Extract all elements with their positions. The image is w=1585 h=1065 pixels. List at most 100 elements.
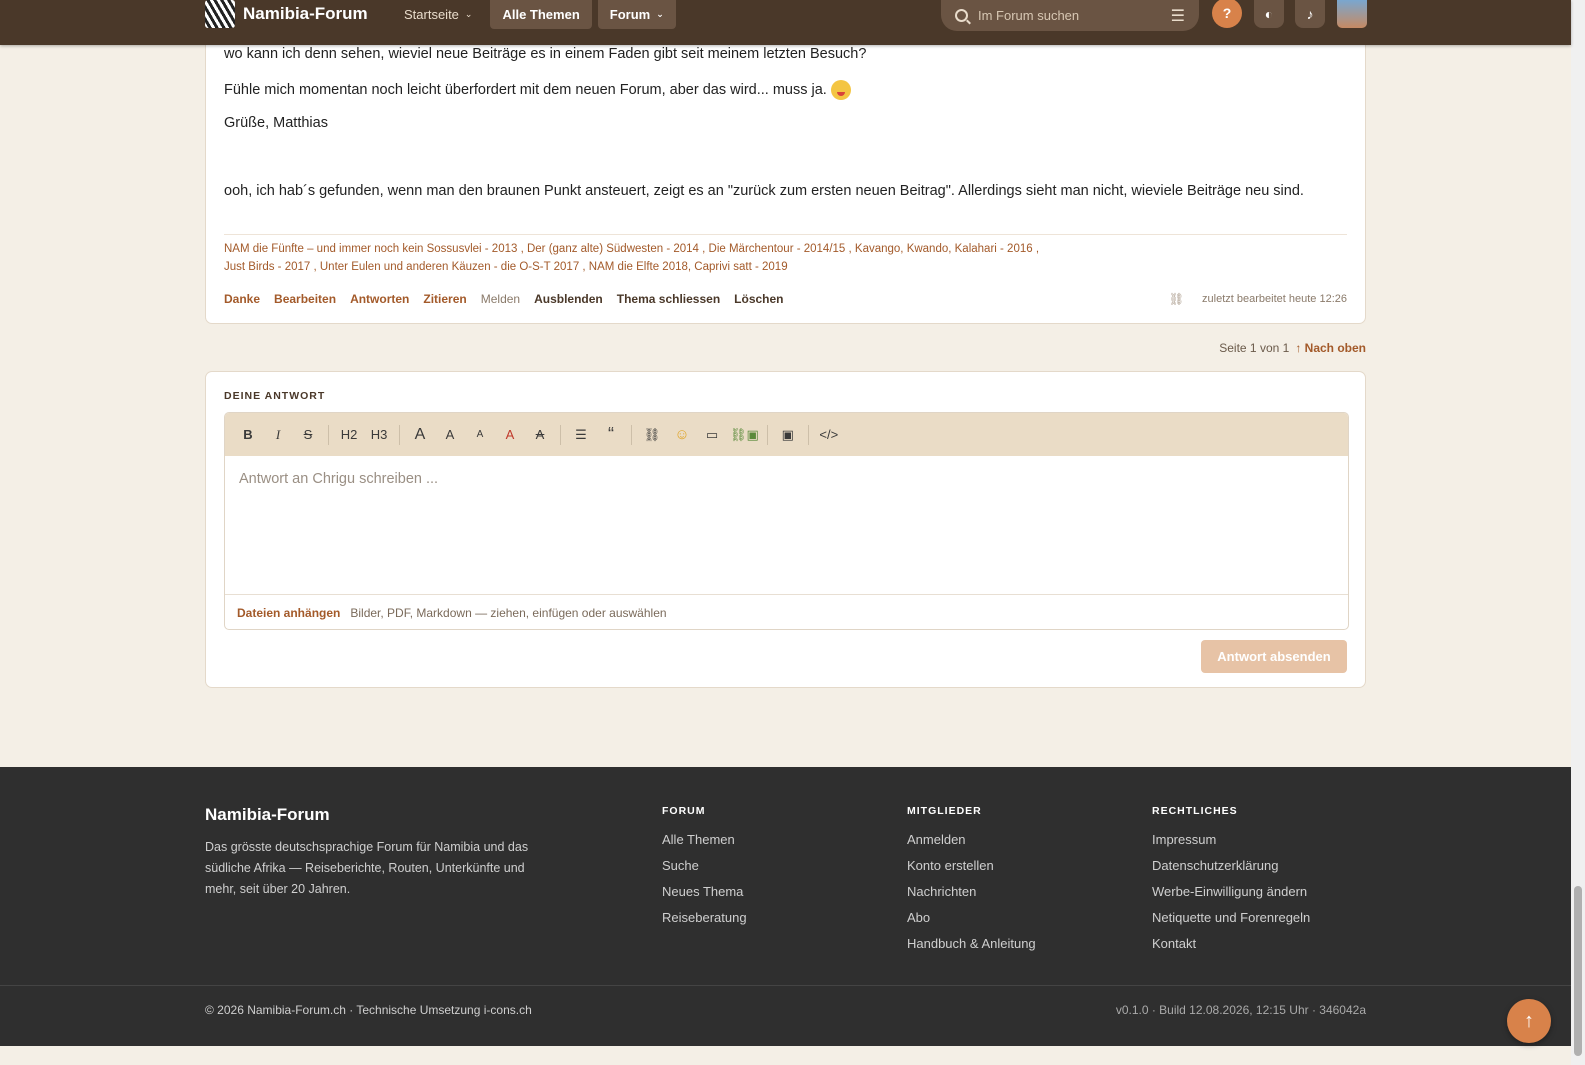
footer-link[interactable]: Kontakt (1152, 936, 1310, 954)
footer-link[interactable]: Anmelden (907, 832, 1036, 850)
reply-textarea[interactable]: Antwort an Chrigu schreiben ... (225, 456, 1348, 595)
thanks-button[interactable]: Danke (224, 292, 260, 306)
footer-link[interactable]: Nachrichten (907, 884, 1036, 902)
editor-toolbar: B I S H2 H3 A A A A A ☰ “ ⛓ ☺ ▭ ⛓▣ ▣ </> (225, 413, 1348, 456)
toolbar-separator (631, 424, 632, 445)
post-text-line: Grüße, Matthias (224, 115, 328, 131)
footer-link[interactable]: Reiseberatung (662, 910, 747, 928)
chevron-down-icon: ⌄ (464, 9, 473, 19)
footer-link[interactable]: Datenschutzerklärung (1152, 858, 1310, 876)
page-scrollbar[interactable] (1571, 0, 1585, 1065)
italic-button[interactable]: I (263, 420, 293, 450)
zebra-logo-icon (205, 0, 235, 28)
attachment-bar: Dateien anhängen Bilder, PDF, Markdown —… (225, 595, 1348, 629)
post-card: wo kann ich denn sehen, wieviel neue Bei… (205, 30, 1366, 324)
video-icon[interactable]: ▭ (697, 420, 727, 450)
footer-link[interactable]: Impressum (1152, 832, 1310, 850)
footer-link[interactable]: Netiquette und Forenregeln (1152, 910, 1310, 928)
reply-editor: B I S H2 H3 A A A A A ☰ “ ⛓ ☺ ▭ ⛓▣ ▣ </>… (224, 412, 1349, 630)
permalink-icon[interactable]: ⛓ (1169, 292, 1184, 306)
toolbar-separator (328, 424, 329, 445)
post-text-line: wo kann ich denn sehen, wieviel neue Bei… (224, 46, 867, 62)
notifications-bell-icon[interactable]: ♪ (1295, 0, 1325, 28)
font-size-medium-button[interactable]: A (435, 420, 465, 450)
heading3-button[interactable]: H3 (364, 420, 394, 450)
signature-links[interactable]: NAM die Fünfte – und immer noch kein Sos… (224, 243, 1039, 255)
footer-column-title: FORUM (662, 805, 706, 817)
nav-forum[interactable]: Forum ⌄ (597, 0, 676, 29)
font-size-large-button[interactable]: A (405, 420, 435, 450)
help-button[interactable]: ? (1212, 0, 1242, 28)
footer-version: v0.1.0 · Build 12.08.2026, 12:15 Uhr · 3… (1115, 1003, 1366, 1017)
footer-link[interactable]: Handbuch & Anleitung (907, 936, 1036, 954)
post-actions: Danke Bearbeiten Antworten Zitieren Meld… (224, 292, 784, 306)
quote-icon[interactable]: “ (596, 420, 626, 450)
footer-link[interactable]: Abo (907, 910, 1036, 928)
quote-button[interactable]: Zitieren (423, 292, 466, 306)
toolbar-separator (399, 424, 400, 445)
footer-link[interactable]: Konto erstellen (907, 858, 1036, 876)
footer-brand: Namibia-Forum (205, 805, 330, 824)
footer-column-title: RECHTLICHES (1152, 805, 1238, 817)
reply-button[interactable]: Antworten (350, 292, 409, 306)
footer-link[interactable]: Alle Themen (662, 832, 747, 850)
search-options-icon[interactable]: ☰ (1171, 6, 1185, 26)
pagination: Seite 1 von 1 ↑ Nach oben (1219, 341, 1366, 355)
footer-column-members: MITGLIEDER Anmelden Konto erstellen Nach… (907, 805, 1036, 962)
top-navigation-bar: Namibia-Forum Startseite ⌄ Alle Themen Fo… (0, 0, 1571, 45)
heading2-button[interactable]: H2 (334, 420, 364, 450)
search-box: ☰ (941, 0, 1199, 31)
toolbar-separator (766, 424, 768, 445)
post-meta: ⛓ zuletzt bearbeitet heute 12:26 (1169, 292, 1347, 306)
footer-column-title: MITGLIEDER (907, 805, 982, 817)
user-avatar[interactable] (1337, 0, 1367, 28)
link-icon[interactable]: ⛓ (637, 420, 667, 450)
site-logo[interactable]: Namibia-Forum (205, 0, 368, 28)
delete-button[interactable]: Löschen (734, 292, 783, 306)
nav-alle-themen[interactable]: Alle Themen (490, 0, 592, 29)
main-nav: Startseite ⌄ Alle Themen Forum ⌄ (392, 0, 676, 29)
image-link-icon[interactable]: ⛓▣ (727, 420, 762, 450)
post-text: Fühle mich momentan noch leicht überford… (224, 81, 827, 98)
hide-button[interactable]: Ausblenden (534, 292, 603, 306)
arrow-up-icon: ↑ (1524, 1009, 1534, 1032)
close-topic-button[interactable]: Thema schliessen (617, 292, 720, 306)
reply-card: DEINE ANTWORT B I S H2 H3 A A A A A ☰ “ … (205, 371, 1366, 688)
attach-files-button[interactable]: Dateien anhängen (237, 606, 340, 620)
search-icon (955, 9, 968, 22)
text-color-button[interactable]: A (495, 420, 525, 450)
signature-links[interactable]: Just Birds - 2017 , Unter Eulen und ande… (224, 261, 788, 273)
attach-hint: Bilder, PDF, Markdown — ziehen, einfügen… (350, 605, 667, 620)
edited-timestamp: zuletzt bearbeitet heute 12:26 (1202, 293, 1347, 305)
strikethrough-button[interactable]: S (293, 420, 323, 450)
report-button[interactable]: Melden (481, 292, 520, 306)
scroll-to-top-button[interactable]: ↑ (1507, 999, 1551, 1043)
post-text-line: ooh, ich hab´s gefunden, wenn man den br… (224, 183, 1304, 199)
post-text-line: Fühle mich momentan noch leicht überford… (224, 80, 851, 100)
page-info: Seite 1 von 1 (1219, 341, 1290, 355)
back-to-top-link[interactable]: ↑ Nach oben (1295, 341, 1366, 355)
clear-format-button[interactable]: A (525, 420, 555, 450)
list-icon[interactable]: ☰ (566, 420, 596, 450)
footer-divider (0, 985, 1571, 986)
site-name: Namibia-Forum (243, 4, 368, 23)
toolbar-separator (560, 424, 561, 445)
emoji-icon[interactable]: ☺ (667, 420, 697, 450)
edit-button[interactable]: Bearbeiten (274, 292, 336, 306)
footer-link[interactable]: Neues Thema (662, 884, 747, 902)
footer-link[interactable]: Suche (662, 858, 747, 876)
nav-startseite[interactable]: Startseite ⌄ (392, 0, 484, 29)
font-size-small-button[interactable]: A (465, 420, 495, 450)
code-icon[interactable]: </> (814, 420, 844, 450)
search-input[interactable] (978, 8, 1161, 23)
bold-button[interactable]: B (233, 420, 263, 450)
nav-label: Alle Themen (502, 7, 580, 22)
theme-palette-icon[interactable]: ◐ (1254, 0, 1284, 28)
footer-link[interactable]: Werbe-Einwilligung ändern (1152, 884, 1310, 902)
scrollbar-thumb[interactable] (1574, 886, 1582, 1056)
footer-copyright: © 2026 Namibia-Forum.ch · Technische Ums… (205, 1003, 532, 1017)
submit-reply-button[interactable]: Antwort absenden (1201, 640, 1347, 673)
signature-divider (224, 234, 1347, 235)
footer-column-forum: FORUM Alle Themen Suche Neues Thema Reis… (662, 805, 747, 936)
image-icon[interactable]: ▣ (773, 420, 803, 450)
